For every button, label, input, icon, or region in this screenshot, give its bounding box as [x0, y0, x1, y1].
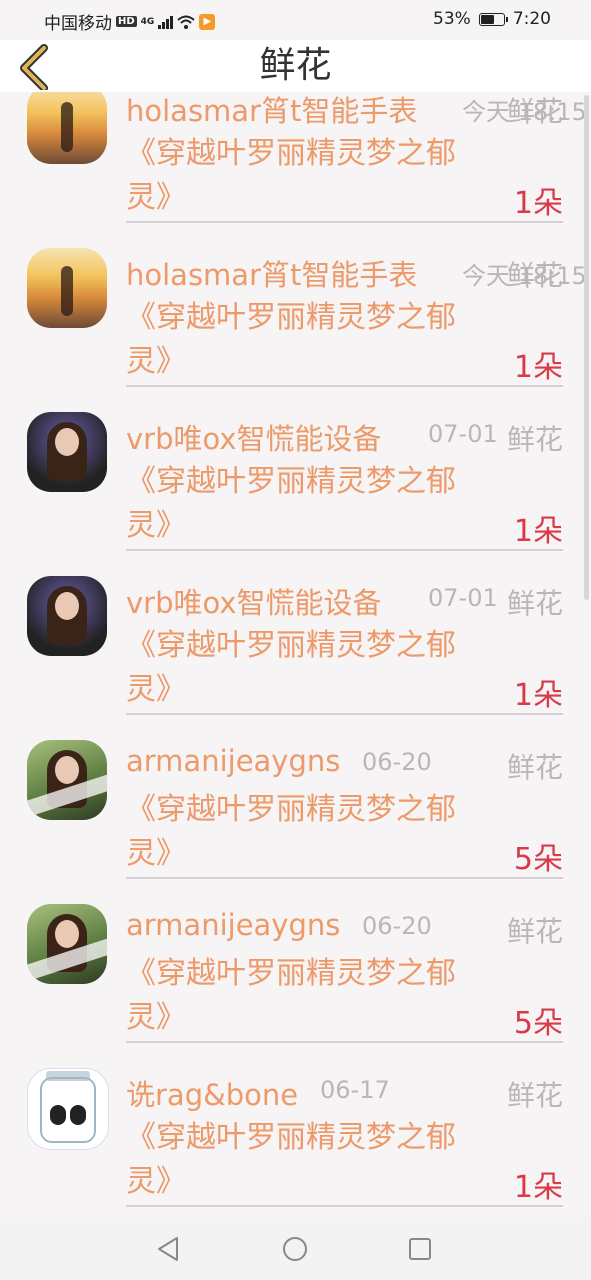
divider	[126, 877, 563, 879]
avatar[interactable]	[27, 1068, 109, 1150]
flower-count: 1朵	[513, 186, 563, 221]
clock: 7:20	[512, 9, 551, 29]
book-title[interactable]: 《穿越叶罗丽精灵梦之郁灵》	[126, 132, 486, 220]
book-title[interactable]: 《穿越叶罗丽精灵梦之郁灵》	[126, 952, 486, 1040]
battery-percent: 53%	[433, 9, 471, 29]
list-item[interactable]: holasmar筲t智能手表 今天 18:15 鲜花 《穿越叶罗丽精灵梦之郁灵》 1朵	[0, 74, 591, 238]
user-name[interactable]: holasmar筲t智能手表	[126, 88, 417, 130]
network-type: 4G	[140, 16, 155, 27]
item-date: 06-20	[362, 748, 432, 776]
home-circle-icon[interactable]	[280, 1234, 310, 1264]
gift-type-label: 鲜花	[506, 95, 563, 128]
avatar[interactable]	[27, 248, 107, 328]
scrollbar[interactable]	[584, 95, 589, 600]
book-title[interactable]: 《穿越叶罗丽精灵梦之郁灵》	[126, 624, 486, 712]
list-item[interactable]: armanijeaygns 06-20 鲜花 《穿越叶罗丽精灵梦之郁灵》 5朵	[0, 730, 591, 894]
divider	[126, 1041, 563, 1043]
avatar[interactable]	[27, 740, 107, 820]
book-title[interactable]: 《穿越叶罗丽精灵梦之郁灵》	[126, 296, 486, 384]
gift-type-label: 鲜花	[506, 587, 563, 620]
avatar[interactable]	[27, 84, 107, 164]
item-date: 06-20	[362, 912, 432, 940]
book-title[interactable]: 《穿越叶罗丽精灵梦之郁灵》	[126, 788, 486, 876]
wifi-icon	[177, 15, 195, 29]
user-name[interactable]: vrb唯ox智慌能设备	[126, 580, 382, 622]
recents-square-icon[interactable]	[405, 1234, 435, 1264]
flower-count: 1朵	[513, 678, 563, 713]
item-date: 07-01	[428, 420, 498, 448]
gift-type-label: 鲜花	[506, 915, 563, 948]
user-name[interactable]: 诜rag&bone	[126, 1072, 298, 1114]
divider	[126, 221, 563, 223]
item-date: 07-01	[428, 584, 498, 612]
list-item[interactable]: vrb唯ox智慌能设备 07-01 鲜花 《穿越叶罗丽精灵梦之郁灵》 1朵	[0, 402, 591, 566]
gift-type-label: 鲜花	[506, 751, 563, 784]
list-item[interactable]: vrb唯ox智慌能设备 07-01 鲜花 《穿越叶罗丽精灵梦之郁灵》 1朵	[0, 566, 591, 730]
back-triangle-icon[interactable]	[153, 1234, 183, 1264]
divider	[126, 385, 563, 387]
item-date: 06-17	[320, 1076, 390, 1104]
status-right: 53% 7:20	[433, 9, 551, 29]
hd-icon: HD	[116, 16, 137, 27]
divider	[126, 1205, 563, 1207]
signal-icon	[158, 15, 174, 29]
user-name[interactable]: holasmar筲t智能手表	[126, 252, 417, 294]
divider	[126, 549, 563, 551]
avatar[interactable]	[27, 904, 107, 984]
list-item[interactable]: armanijeaygns 06-20 鲜花 《穿越叶罗丽精灵梦之郁灵》 5朵	[0, 894, 591, 1058]
book-title[interactable]: 《穿越叶罗丽精灵梦之郁灵》	[126, 460, 486, 548]
avatar[interactable]	[27, 576, 107, 656]
gift-type-label: 鲜花	[506, 1079, 563, 1112]
status-left: 中国移动 HD 4G ▶	[44, 9, 216, 34]
flower-count: 5朵	[513, 842, 563, 877]
divider	[126, 713, 563, 715]
flower-count: 5朵	[513, 1006, 563, 1041]
flower-count: 1朵	[513, 1170, 563, 1205]
user-name[interactable]: vrb唯ox智慌能设备	[126, 416, 382, 458]
flower-count: 1朵	[513, 350, 563, 385]
system-nav-bar	[0, 1218, 591, 1280]
list-item[interactable]: holasmar筲t智能手表 今天 18:15 鲜花 《穿越叶罗丽精灵梦之郁灵》 1朵	[0, 238, 591, 402]
title-bar: 鲜花	[0, 40, 591, 92]
user-name[interactable]: armanijeaygns	[126, 744, 340, 778]
flower-list: holasmar筲t智能手表 今天 18:15 鲜花 《穿越叶罗丽精灵梦之郁灵》 1朵 h…	[0, 74, 591, 1222]
book-title[interactable]: 《穿越叶罗丽精灵梦之郁灵》	[126, 1116, 486, 1204]
gift-type-label: 鲜花	[506, 423, 563, 456]
list-item[interactable]: 诜rag&bone 06-17 鲜花 《穿越叶罗丽精灵梦之郁灵》 1朵	[0, 1058, 591, 1222]
status-bar: 中国移动 HD 4G ▶ 53% 7:20	[0, 0, 591, 40]
battery-icon	[478, 12, 508, 26]
avatar[interactable]	[27, 412, 107, 492]
carrier-label: 中国移动	[44, 14, 112, 34]
app-notification-icon: ▶	[199, 13, 216, 30]
page-title: 鲜花	[259, 45, 332, 86]
user-name[interactable]: armanijeaygns	[126, 908, 340, 942]
gift-type-label: 鲜花	[506, 259, 563, 292]
flower-count: 1朵	[513, 514, 563, 549]
